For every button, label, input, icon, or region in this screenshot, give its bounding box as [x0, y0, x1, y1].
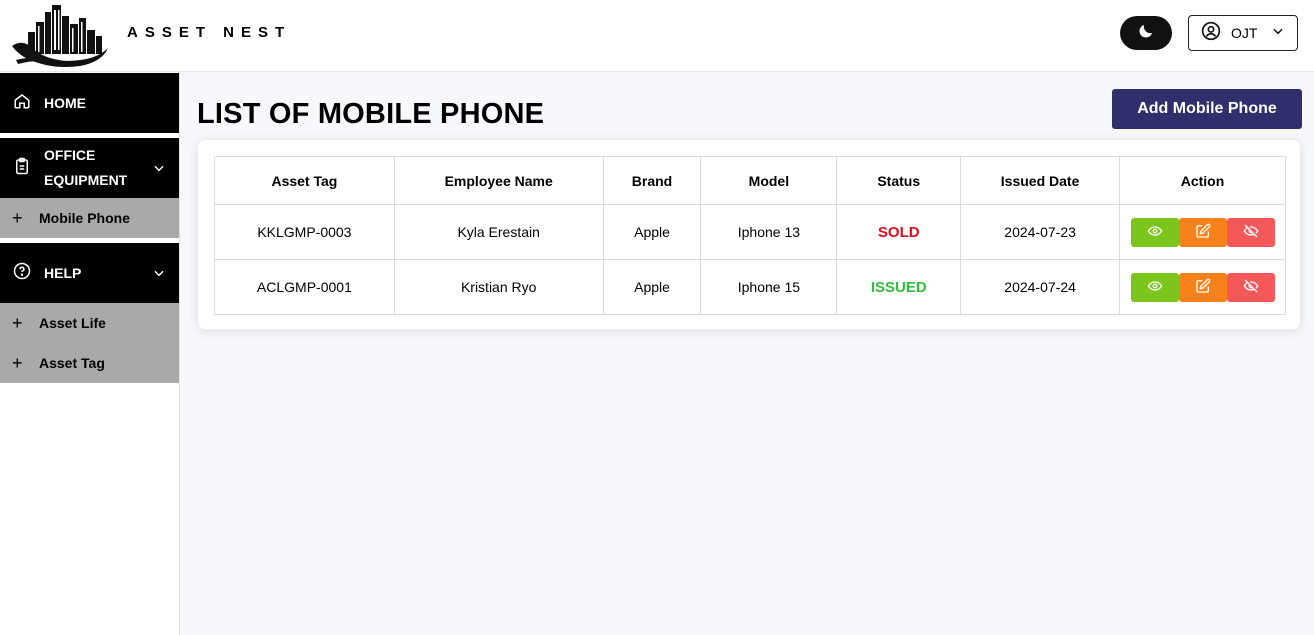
sidebar-item-help[interactable]: HELP: [0, 243, 179, 303]
table-card: Asset Tag Employee Name Brand Model Stat…: [197, 139, 1301, 330]
eye-off-icon: [1243, 278, 1259, 297]
column-header-asset-tag: Asset Tag: [214, 156, 395, 205]
hide-button[interactable]: [1226, 217, 1275, 247]
view-button[interactable]: [1130, 272, 1179, 302]
table-row: ACLGMP-0001 Kristian Ryo Apple Iphone 15…: [214, 259, 1286, 315]
cell-brand: Apple: [602, 259, 702, 315]
column-header-model: Model: [700, 156, 838, 205]
table-header-row: Asset Tag Employee Name Brand Model Stat…: [214, 156, 1286, 205]
user-name: OJT: [1231, 25, 1258, 41]
column-header-brand: Brand: [602, 156, 702, 205]
view-button[interactable]: [1130, 217, 1179, 247]
sidebar: HOME OFFICE EQUIPMENT + Mobile Phone HEL…: [0, 73, 180, 635]
sidebar-item-label: OFFICE EQUIPMENT: [44, 143, 127, 193]
moon-icon: [1137, 22, 1155, 45]
hide-button[interactable]: [1226, 272, 1275, 302]
user-menu-button[interactable]: OJT: [1188, 15, 1298, 51]
cell-brand: Apple: [602, 204, 702, 260]
cell-asset-tag: KKLGMP-0003: [214, 204, 395, 260]
column-header-employee-name: Employee Name: [393, 156, 604, 205]
edit-button[interactable]: [1178, 217, 1227, 247]
cell-issued-date: 2024-07-23: [960, 204, 1120, 260]
status-badge: SOLD: [836, 204, 962, 260]
sidebar-item-asset-tag[interactable]: + Asset Tag: [0, 343, 179, 383]
edit-icon: [1195, 278, 1211, 297]
sidebar-item-home[interactable]: HOME: [0, 73, 179, 133]
cell-model: Iphone 13: [700, 204, 838, 260]
chevron-down-icon: [1271, 24, 1285, 43]
cell-actions: [1119, 204, 1286, 260]
sidebar-item-asset-life[interactable]: + Asset Life: [0, 303, 179, 343]
brand-name: ASSET NEST: [127, 24, 292, 41]
column-header-action: Action: [1119, 156, 1286, 205]
eye-off-icon: [1243, 223, 1259, 242]
sidebar-item-label: Asset Tag: [39, 355, 105, 371]
sidebar-item-office-equipment[interactable]: OFFICE EQUIPMENT: [0, 138, 179, 198]
cell-employee-name: Kyla Erestain: [393, 204, 604, 260]
sidebar-item-mobile-phone[interactable]: + Mobile Phone: [0, 198, 179, 238]
sidebar-item-label: Mobile Phone: [39, 210, 130, 226]
home-icon: [13, 92, 31, 115]
sidebar-item-label: HELP: [44, 264, 82, 281]
chevron-down-icon: [152, 266, 166, 285]
eye-icon: [1147, 223, 1163, 242]
plus-icon: +: [12, 207, 23, 228]
sidebar-item-label: Asset Life: [39, 315, 106, 331]
theme-toggle-button[interactable]: [1120, 16, 1172, 50]
edit-icon: [1195, 223, 1211, 242]
sidebar-label-line: EQUIPMENT: [44, 172, 128, 188]
cell-actions: [1119, 259, 1286, 315]
clipboard-icon: [13, 157, 31, 180]
column-header-status: Status: [836, 156, 962, 205]
mobile-phone-table: Asset Tag Employee Name Brand Model Stat…: [214, 156, 1286, 315]
plus-icon: +: [12, 312, 23, 333]
edit-button[interactable]: [1178, 272, 1227, 302]
plus-icon: +: [12, 352, 23, 373]
user-circle-icon: [1201, 21, 1221, 46]
help-circle-icon: [13, 262, 31, 285]
cell-asset-tag: ACLGMP-0001: [214, 259, 395, 315]
cell-employee-name: Kristian Ryo: [393, 259, 604, 315]
cell-model: Iphone 15: [700, 259, 838, 315]
cell-issued-date: 2024-07-24: [960, 259, 1120, 315]
page-title: LIST OF MOBILE PHONE: [197, 98, 545, 130]
table-row: KKLGMP-0003 Kyla Erestain Apple Iphone 1…: [214, 204, 1286, 260]
chevron-down-icon: [152, 161, 166, 180]
column-header-issued-date: Issued Date: [960, 156, 1120, 205]
sidebar-item-label: HOME: [44, 94, 86, 111]
top-header: ASSET NEST OJT: [0, 0, 1314, 72]
eye-icon: [1147, 278, 1163, 297]
add-mobile-phone-button[interactable]: Add Mobile Phone: [1112, 89, 1302, 129]
logo[interactable]: [10, 2, 114, 68]
sidebar-label-line: OFFICE: [44, 147, 96, 163]
status-badge: ISSUED: [836, 259, 962, 315]
